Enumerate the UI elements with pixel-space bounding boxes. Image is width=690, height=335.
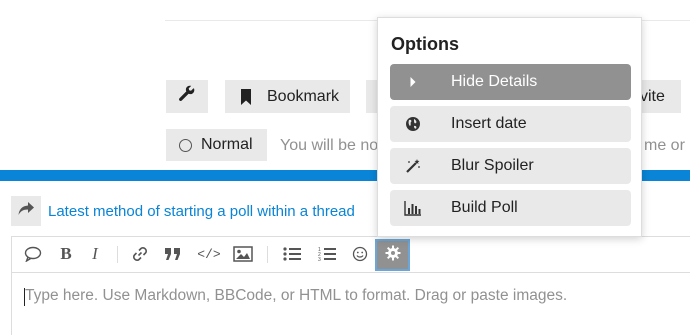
share-arrow-icon xyxy=(17,201,35,222)
code-icon[interactable]: </> xyxy=(196,244,222,264)
toolbar-separator xyxy=(267,246,268,263)
menu-item-hide-details[interactable]: Hide Details xyxy=(390,64,631,100)
numbered-list-icon[interactable]: 123 xyxy=(316,244,338,264)
bookmark-label: Bookmark xyxy=(267,87,340,105)
reply-topic-link[interactable]: Latest method of starting a poll within … xyxy=(48,203,355,220)
link-icon[interactable] xyxy=(129,244,151,264)
menu-item-label: Insert date xyxy=(451,115,527,132)
globe-icon xyxy=(403,116,423,132)
italic-icon[interactable]: I xyxy=(84,244,106,264)
notification-description-end: me or xyxy=(644,137,685,154)
menu-item-insert-date[interactable]: Insert date xyxy=(390,106,631,142)
options-title: Options xyxy=(391,34,459,54)
circle-icon xyxy=(179,138,192,152)
blockquote-icon[interactable] xyxy=(162,244,184,264)
admin-wrench-button[interactable] xyxy=(166,80,208,113)
wrench-icon xyxy=(178,85,196,108)
reply-action-button[interactable] xyxy=(11,196,41,226)
menu-item-label: Blur Spoiler xyxy=(451,157,534,174)
reply-to-row: Latest method of starting a poll within … xyxy=(11,196,355,226)
svg-text:3: 3 xyxy=(318,257,321,262)
editor-toolbar: B I </> 123 xyxy=(11,236,690,273)
notification-level-label: Normal xyxy=(201,136,253,153)
notification-level-button[interactable]: Normal xyxy=(166,129,267,161)
gear-icon xyxy=(385,245,401,266)
reply-textarea[interactable]: Type here. Use Markdown, BBCode, or HTML… xyxy=(25,287,567,305)
menu-item-build-poll[interactable]: Build Poll xyxy=(390,190,631,226)
bookmark-button[interactable]: Bookmark xyxy=(225,80,350,113)
notification-description: You will be no xyxy=(280,137,379,154)
bullet-list-icon[interactable] xyxy=(281,244,303,264)
menu-item-label: Hide Details xyxy=(451,73,538,90)
emoji-icon[interactable] xyxy=(349,244,371,264)
quote-icon[interactable] xyxy=(22,244,44,264)
invite-label: vite xyxy=(640,87,665,105)
toolbar-separator xyxy=(117,246,118,263)
bold-icon[interactable]: B xyxy=(55,244,77,264)
page: Bookmark vite Normal You will be no me o… xyxy=(0,0,690,335)
image-icon[interactable] xyxy=(232,244,254,264)
menu-item-blur-spoiler[interactable]: Blur Spoiler xyxy=(390,148,631,184)
menu-item-label: Build Poll xyxy=(451,199,518,216)
options-popup: Options Hide Details Insert date Blur Sp… xyxy=(377,17,642,237)
magic-icon xyxy=(403,158,423,174)
caret-right-icon xyxy=(403,76,423,88)
options-gear-button[interactable] xyxy=(375,239,410,271)
bookmark-icon xyxy=(239,88,257,106)
bar-chart-icon xyxy=(403,200,423,216)
